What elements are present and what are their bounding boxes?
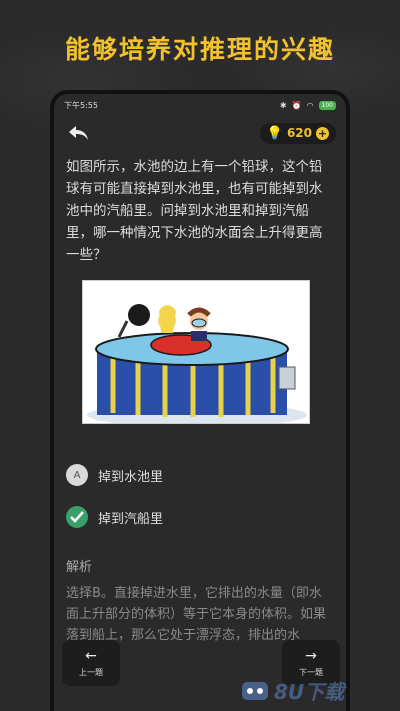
analysis-title: 解析 — [66, 560, 93, 575]
status-time: 下午5:55 — [64, 100, 98, 110]
arrow-right-icon: → — [305, 647, 317, 664]
battery-icon: 100 — [318, 100, 336, 110]
analysis-body: 选择B。直接掉进水里，它排出的水量（即水面上升部分的体积）等于它本身的体积。如果… — [66, 586, 327, 643]
back-arrow-icon — [69, 126, 88, 140]
lightbulb-icon: 💡 — [266, 125, 283, 141]
checkmark-icon — [66, 506, 88, 528]
bluetooth-icon: ✱ — [279, 100, 287, 110]
back-button[interactable] — [64, 121, 92, 145]
add-points-icon[interactable]: + — [316, 126, 329, 140]
promo-headline: 能够培养对推理的兴趣 — [64, 35, 335, 64]
status-bar: 下午5:55 ✱ ⏰ ◠ 100 — [54, 94, 346, 116]
top-bar: 💡 620 + — [54, 116, 346, 150]
wifi-icon: ◠ — [306, 100, 314, 110]
prev-question-button[interactable]: ← 上一题 — [62, 640, 120, 686]
alarm-icon: ⏰ — [291, 100, 302, 110]
answer-options: A 掉到水池里 掉到汽船里 — [54, 454, 346, 538]
option-a-text: 掉到水池里 — [98, 469, 164, 485]
points-value: 620 — [286, 126, 312, 140]
watermark: 8U下载 — [240, 676, 344, 705]
watermark-text: 8U下载 — [274, 680, 345, 704]
robot-logo-icon — [242, 681, 268, 700]
arrow-left-icon: ← — [85, 647, 97, 664]
phone-screen: 下午5:55 ✱ ⏰ ◠ 100 💡 620 + 如图所示，水池的边上有一个铅球… — [50, 90, 350, 711]
question-text: 如图所示，水池的边上有一个铅球，这个铅球有可能直接掉到水池里，也有可能掉到水池中… — [66, 159, 323, 263]
option-a-badge: A — [66, 464, 88, 486]
option-b-text: 掉到汽船里 — [98, 511, 164, 527]
pool-illustration — [82, 280, 310, 424]
prev-question-label: 上一题 — [79, 667, 103, 677]
status-icons: ✱ ⏰ ◠ 100 — [279, 100, 336, 110]
option-b[interactable]: 掉到汽船里 — [66, 496, 334, 538]
hint-points-pill[interactable]: 💡 620 + — [259, 122, 336, 144]
option-a[interactable]: A 掉到水池里 — [66, 454, 334, 496]
